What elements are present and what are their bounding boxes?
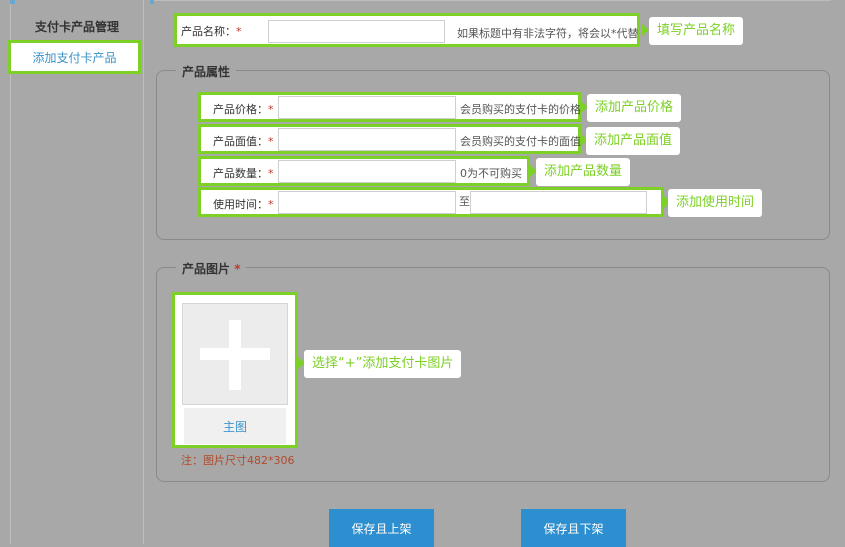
quantity-hint: 0为不可购买 bbox=[460, 167, 522, 180]
sidebar-top-accent bbox=[10, 0, 15, 4]
image-size-note: 注：图片尺寸482*306 bbox=[181, 454, 295, 467]
use-time-label: 使用时间：* bbox=[213, 198, 274, 211]
use-time-start-input[interactable] bbox=[278, 191, 456, 214]
callout-price: 添加产品价格 bbox=[587, 94, 682, 122]
product-name-input[interactable] bbox=[268, 20, 445, 43]
add-image-plus-icon-vertical[interactable] bbox=[229, 320, 241, 390]
save-and-publish-button[interactable]: 保存且上架 bbox=[329, 509, 434, 547]
sidebar-title: 支付卡产品管理 bbox=[34, 20, 119, 34]
face-value-input[interactable] bbox=[278, 128, 456, 151]
callout-face-value: 添加产品面值 bbox=[586, 127, 681, 155]
face-value-hint: 会员购买的支付卡的面值 bbox=[460, 135, 581, 148]
save-and-unpublish-button[interactable]: 保存且下架 bbox=[521, 509, 626, 547]
use-time-separator: 至 bbox=[459, 195, 470, 208]
product-name-label: 产品名称：* bbox=[181, 25, 242, 38]
product-name-hint: 如果标题中有非法字符，将会以*代替 bbox=[457, 27, 639, 40]
callout-image: 选择“+”添加支付卡图片 bbox=[304, 350, 462, 378]
attributes-legend: 产品属性 bbox=[176, 63, 237, 80]
face-value-label: 产品面值：* bbox=[213, 135, 274, 148]
use-time-end-input[interactable] bbox=[470, 191, 647, 214]
callout-arrow bbox=[642, 24, 649, 36]
price-hint: 会员购买的支付卡的价格 bbox=[460, 103, 581, 116]
sidebar bbox=[10, 0, 144, 544]
callout-product-name: 填写产品名称 bbox=[649, 17, 744, 45]
sidebar-item-add-card-product[interactable]: 添加支付卡产品 bbox=[8, 40, 141, 74]
quantity-label: 产品数量：* bbox=[213, 167, 274, 180]
content-top-border bbox=[154, 0, 831, 3]
main-image-caption: 主图 bbox=[184, 406, 286, 444]
callout-quantity: 添加产品数量 bbox=[536, 158, 631, 186]
image-legend: 产品图片 * bbox=[176, 260, 247, 277]
quantity-input[interactable] bbox=[278, 160, 456, 183]
callout-use-time: 添加使用时间 bbox=[668, 189, 763, 217]
price-label: 产品价格：* bbox=[213, 103, 274, 116]
price-input[interactable] bbox=[278, 96, 456, 119]
